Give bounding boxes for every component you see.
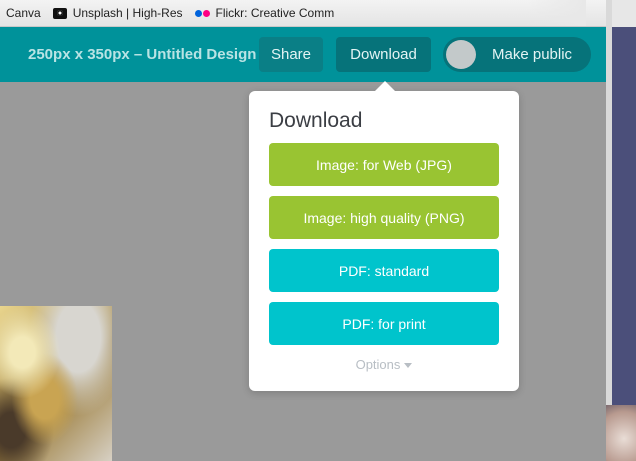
- bookmark-canva[interactable]: Canva: [0, 6, 47, 20]
- download-png-button[interactable]: Image: high quality (PNG): [269, 196, 499, 239]
- caret-down-icon: [404, 363, 413, 369]
- download-button[interactable]: Download: [336, 37, 431, 72]
- share-button[interactable]: Share: [259, 37, 323, 72]
- editor-header: 250px x 350px – Untitled Design Share Do…: [0, 27, 606, 82]
- make-public-label: Make public: [492, 46, 573, 63]
- make-public-toggle[interactable]: Make public: [443, 37, 591, 72]
- bookmark-unsplash[interactable]: Unsplash | High-Res: [47, 6, 189, 20]
- bookmark-label: Canva: [6, 6, 41, 20]
- bookmarks-bar: Canva Unsplash | High-Res Flickr: Creati…: [0, 0, 606, 27]
- background-image: [606, 405, 636, 461]
- toggle-knob: [446, 40, 476, 69]
- options-toggle[interactable]: Options: [249, 357, 519, 372]
- download-pdf-standard-button[interactable]: PDF: standard: [269, 249, 499, 292]
- design-title[interactable]: 250px x 350px – Untitled Design: [28, 46, 256, 63]
- download-popup: Download Image: for Web (JPG) Image: hig…: [249, 81, 519, 391]
- bookmarks-fade: [526, 0, 586, 26]
- bookmark-label: Flickr: Creative Comm: [215, 6, 335, 20]
- bookmark-label: Unsplash | High-Res: [72, 6, 183, 20]
- popup-title: Download: [269, 109, 363, 132]
- download-jpg-button[interactable]: Image: for Web (JPG): [269, 143, 499, 186]
- design-image[interactable]: [0, 306, 112, 461]
- background-window: [606, 0, 636, 461]
- download-pdf-print-button[interactable]: PDF: for print: [269, 302, 499, 345]
- camera-icon: [52, 7, 67, 19]
- bookmark-flickr[interactable]: Flickr: Creative Comm: [189, 6, 341, 20]
- flickr-icon: [194, 9, 210, 17]
- options-label: Options: [355, 357, 401, 372]
